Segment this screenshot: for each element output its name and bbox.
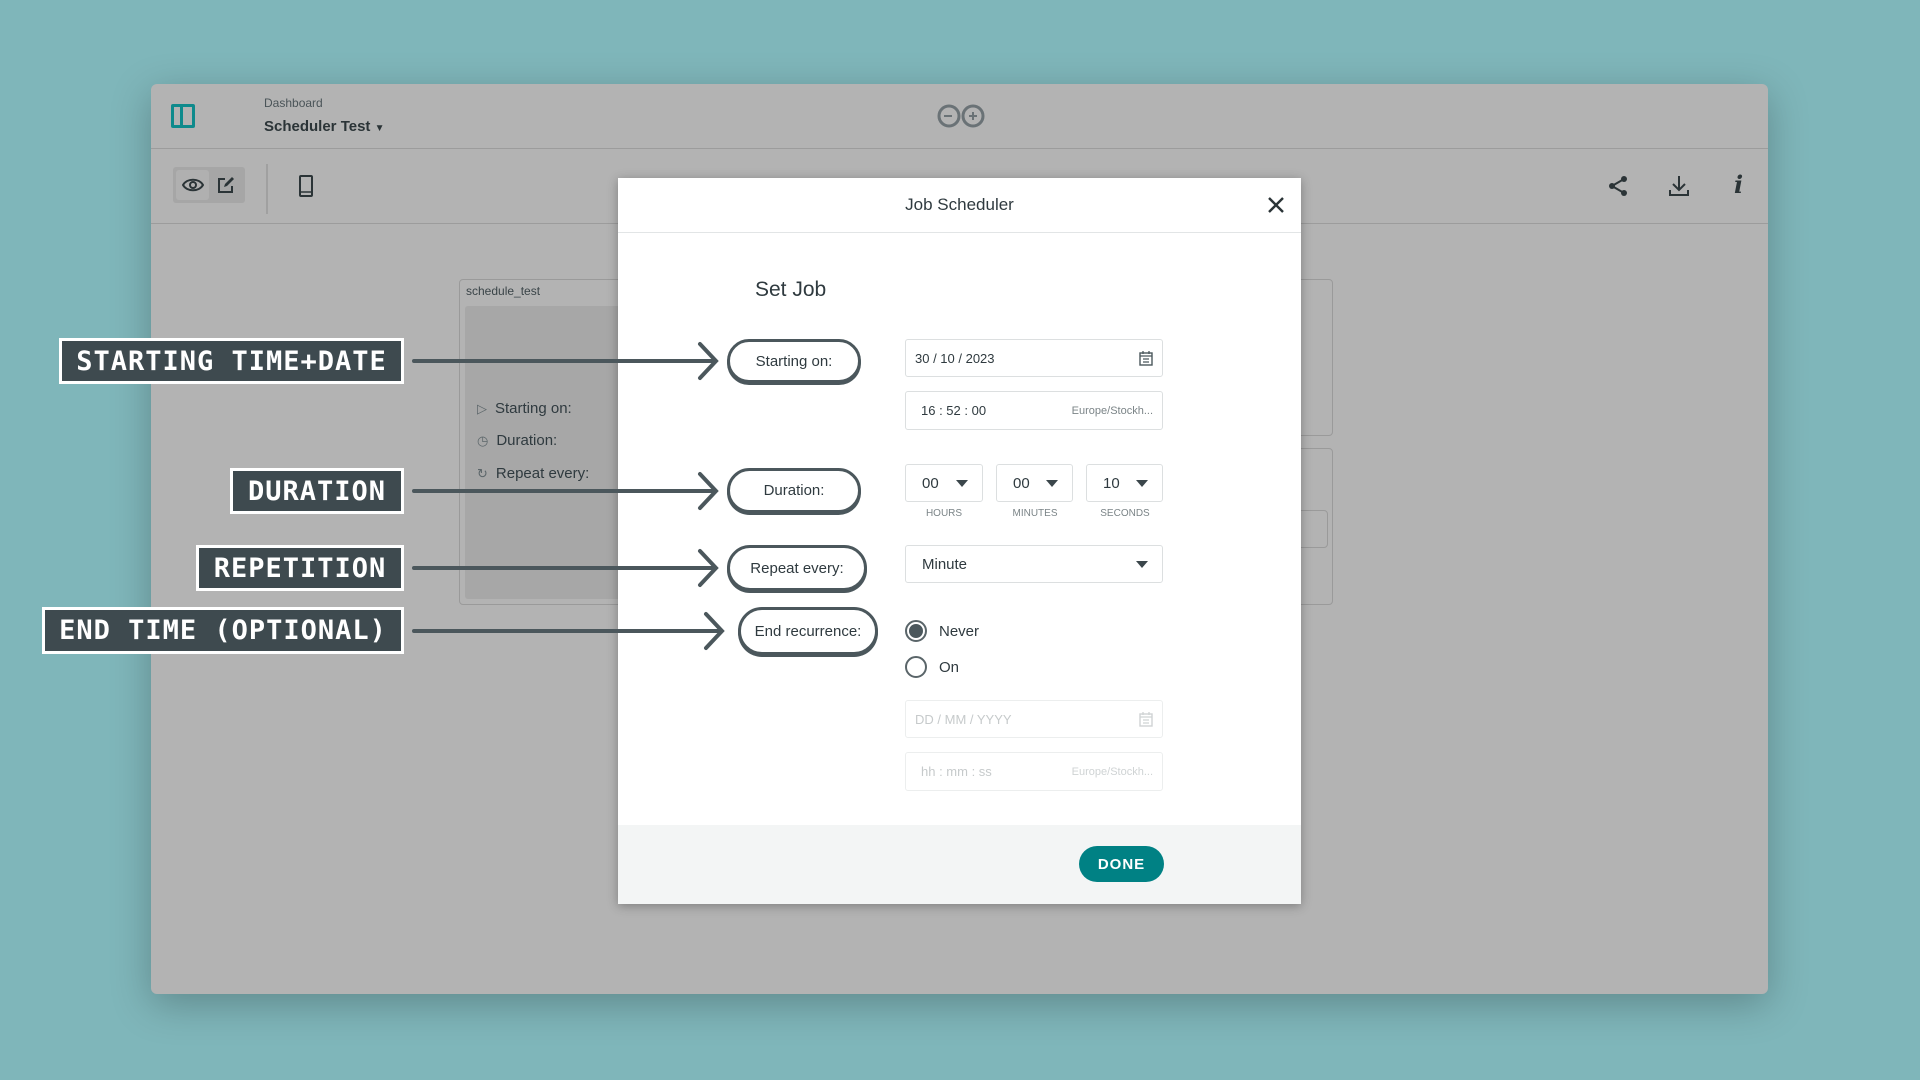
arrow-start [412,342,719,380]
arrow-end [412,612,725,650]
annotation-arrows [412,342,725,650]
arrow-repeat [412,549,719,587]
arrow-duration [412,472,719,510]
